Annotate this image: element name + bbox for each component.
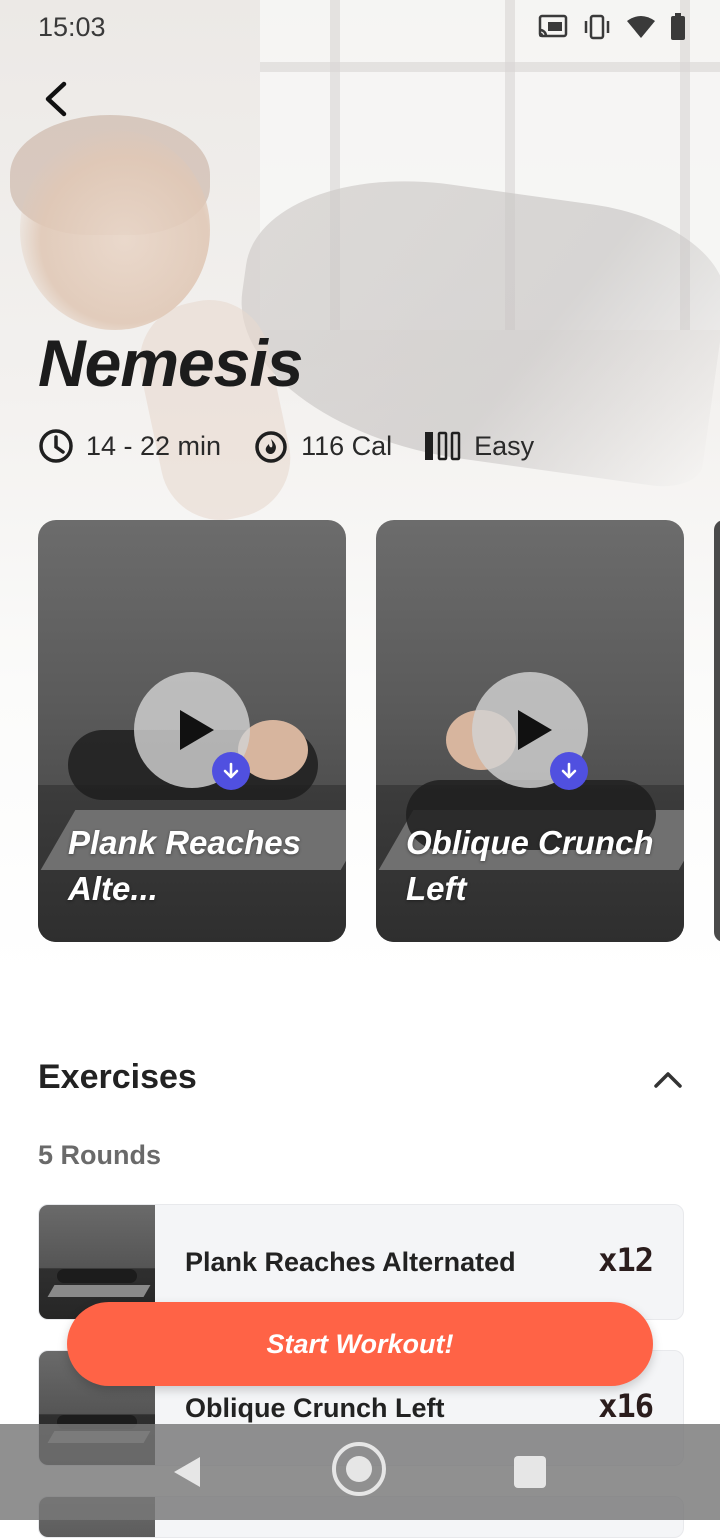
exercise-name: Plank Reaches Alternated: [185, 1247, 516, 1277]
download-badge[interactable]: [550, 752, 588, 790]
exercise-video-card[interactable]: Plank Reaches Alte...: [38, 520, 346, 942]
download-arrow-icon: [223, 762, 239, 779]
download-arrow-icon: [561, 762, 577, 779]
difficulty-bars-icon: [425, 431, 461, 461]
chevron-left-icon: [45, 81, 67, 117]
exercise-reps: x12: [598, 1241, 654, 1279]
exercise-video-card[interactable]: Oblique Crunch Left: [376, 520, 684, 942]
window-frame: [260, 62, 720, 72]
difficulty-label: Easy: [474, 430, 535, 461]
clock-icon: [39, 429, 73, 463]
start-workout-label: Start Workout!: [266, 1328, 454, 1359]
card-title: Plank Reaches Alte...: [68, 824, 301, 907]
next-card-peek[interactable]: [714, 520, 720, 942]
flame-icon: [255, 431, 287, 463]
status-time: 15:03: [38, 12, 106, 42]
exercise-name: Oblique Crunch Left: [185, 1393, 445, 1423]
athlete-face: [20, 130, 210, 330]
exercise-reps: x16: [598, 1387, 654, 1425]
duration-info: 14 - 22 min: [38, 428, 221, 464]
difficulty-info: Easy: [424, 431, 534, 462]
rounds-label: 5 Rounds: [38, 1140, 162, 1170]
download-badge[interactable]: [212, 752, 250, 790]
vibrate-icon: [584, 14, 610, 40]
status-icons: [538, 13, 686, 41]
workout-meta: 14 - 22 min 116 Cal Easy: [38, 424, 566, 468]
back-button[interactable]: [34, 76, 80, 122]
nav-recents-button[interactable]: [514, 1456, 546, 1488]
wifi-icon: [627, 16, 655, 38]
system-nav-bar: [0, 1424, 720, 1520]
card-title: Oblique Crunch Left: [406, 824, 654, 907]
cast-icon: [538, 14, 568, 38]
calories-label: 116 Cal: [301, 430, 393, 461]
workout-title: Nemesis: [38, 326, 304, 400]
battery-icon: [671, 13, 685, 40]
collapse-button[interactable]: [650, 1064, 686, 1094]
status-bar: 15:03: [0, 0, 720, 56]
chevron-up-icon: [654, 1072, 682, 1088]
duration-label: 14 - 22 min: [86, 430, 222, 461]
exercises-heading: Exercises: [38, 1058, 197, 1096]
start-workout-button[interactable]: Start Workout!: [67, 1302, 653, 1386]
triangle-back-icon: [174, 1457, 200, 1487]
nav-home-button[interactable]: [332, 1442, 386, 1496]
calories-info: 116 Cal: [253, 428, 392, 464]
nav-back-button[interactable]: [170, 1454, 206, 1490]
